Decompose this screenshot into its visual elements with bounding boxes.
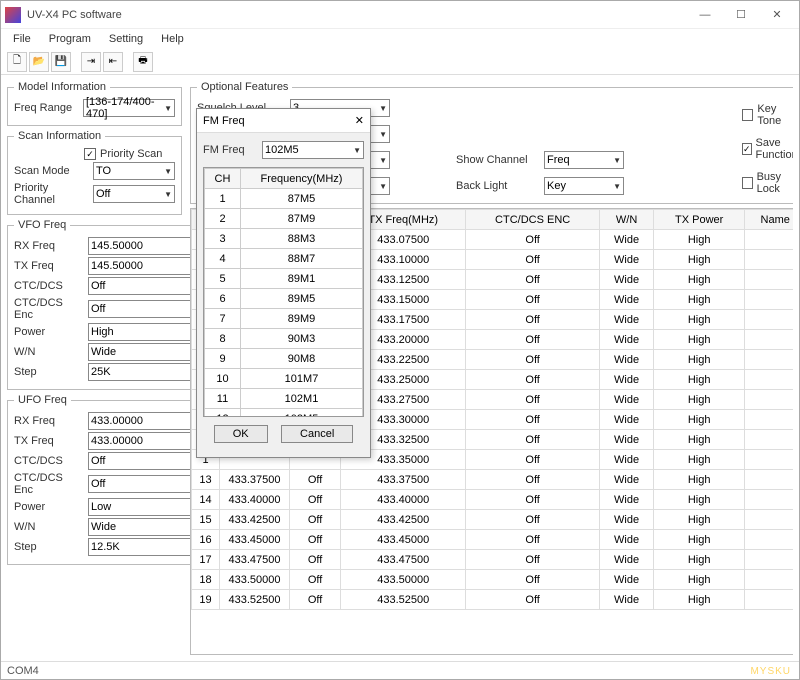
table-row[interactable]: 11102M1	[205, 389, 363, 409]
menu-help[interactable]: Help	[153, 31, 192, 47]
dialog-close-icon[interactable]: ✕	[355, 114, 364, 127]
menu-setting[interactable]: Setting	[101, 31, 151, 47]
close-button[interactable]: ✕	[759, 3, 795, 27]
app-icon	[5, 7, 21, 23]
table-row[interactable]: 18433.50000Off433.50000OffWideHigh	[192, 570, 794, 590]
priority-channel-select[interactable]: Off▼	[93, 185, 175, 203]
save-func-checkbox[interactable]: ✓	[742, 143, 752, 155]
scan-mode-select[interactable]: TO▼	[93, 162, 175, 180]
table-row[interactable]: 13433.37500Off433.37500OffWideHigh	[192, 470, 794, 490]
print-icon[interactable]: 🖶	[133, 52, 153, 72]
table-row[interactable]: 488M7	[205, 249, 363, 269]
titlebar: UV-X4 PC software — ☐ ✕	[1, 1, 799, 29]
table-row[interactable]: 17433.47500Off433.47500OffWideHigh	[192, 550, 794, 570]
table-row[interactable]: 15433.42500Off433.42500OffWideHigh	[192, 510, 794, 530]
status-bar: COM4	[1, 661, 799, 679]
table-row[interactable]: 19433.52500Off433.52500OffWideHigh	[192, 590, 794, 610]
back-light-select[interactable]: Key▼	[544, 177, 624, 195]
table-row[interactable]: 187M5	[205, 189, 363, 209]
dialog-title: FM Freq	[203, 115, 355, 127]
cancel-button[interactable]: Cancel	[281, 425, 353, 443]
show-channel-select[interactable]: Freq▼	[544, 151, 624, 169]
toolbar: 🗋 📂 💾 ⇥ ⇤ 🖶	[1, 49, 799, 75]
read-icon[interactable]: ⇥	[81, 52, 101, 72]
table-row[interactable]: 10101M7	[205, 369, 363, 389]
menubar: File Program Setting Help	[1, 29, 799, 49]
freq-range-select[interactable]: [136-174/400-470]▼	[83, 99, 175, 117]
table-row[interactable]: 14433.40000Off433.40000OffWideHigh	[192, 490, 794, 510]
save-icon[interactable]: 💾	[51, 52, 71, 72]
table-row[interactable]: 990M8	[205, 349, 363, 369]
menu-file[interactable]: File	[5, 31, 39, 47]
write-icon[interactable]: ⇤	[103, 52, 123, 72]
fm-freq-select[interactable]: 102M5▼	[262, 141, 364, 159]
maximize-button[interactable]: ☐	[723, 3, 759, 27]
watermark: MYSKU	[750, 666, 791, 677]
key-tone-checkbox[interactable]	[742, 109, 753, 121]
menu-program[interactable]: Program	[41, 31, 99, 47]
table-row[interactable]: 789M9	[205, 309, 363, 329]
app-window: UV-X4 PC software — ☐ ✕ File Program Set…	[0, 0, 800, 680]
ok-button[interactable]: OK	[214, 425, 268, 443]
window-title: UV-X4 PC software	[27, 9, 687, 21]
model-info: Model Information Freq Range [136-174/40…	[7, 81, 182, 126]
com-port: COM4	[7, 665, 39, 677]
table-row[interactable]: 12102M5	[205, 409, 363, 418]
fm-freq-table[interactable]: CH Frequency(MHz) 187M5287M9388M3488M758…	[203, 167, 364, 417]
table-row[interactable]: 287M9	[205, 209, 363, 229]
busy-lock-checkbox[interactable]	[742, 177, 753, 189]
fm-freq-dialog: FM Freq ✕ FM Freq 102M5▼ CH Frequency(MH…	[196, 108, 371, 458]
table-row[interactable]: 16433.45000Off433.45000OffWideHigh	[192, 530, 794, 550]
scan-info: Scan Information ✓ Priority Scan Scan Mo…	[7, 130, 182, 215]
table-row[interactable]: 890M3	[205, 329, 363, 349]
minimize-button[interactable]: —	[687, 3, 723, 27]
new-icon[interactable]: 🗋	[7, 52, 27, 72]
open-icon[interactable]: 📂	[29, 52, 49, 72]
priority-scan-checkbox[interactable]: ✓	[84, 148, 96, 160]
table-row[interactable]: 589M1	[205, 269, 363, 289]
freq-range-label: Freq Range	[14, 102, 79, 114]
table-row[interactable]: 388M3	[205, 229, 363, 249]
table-row[interactable]: 689M5	[205, 289, 363, 309]
